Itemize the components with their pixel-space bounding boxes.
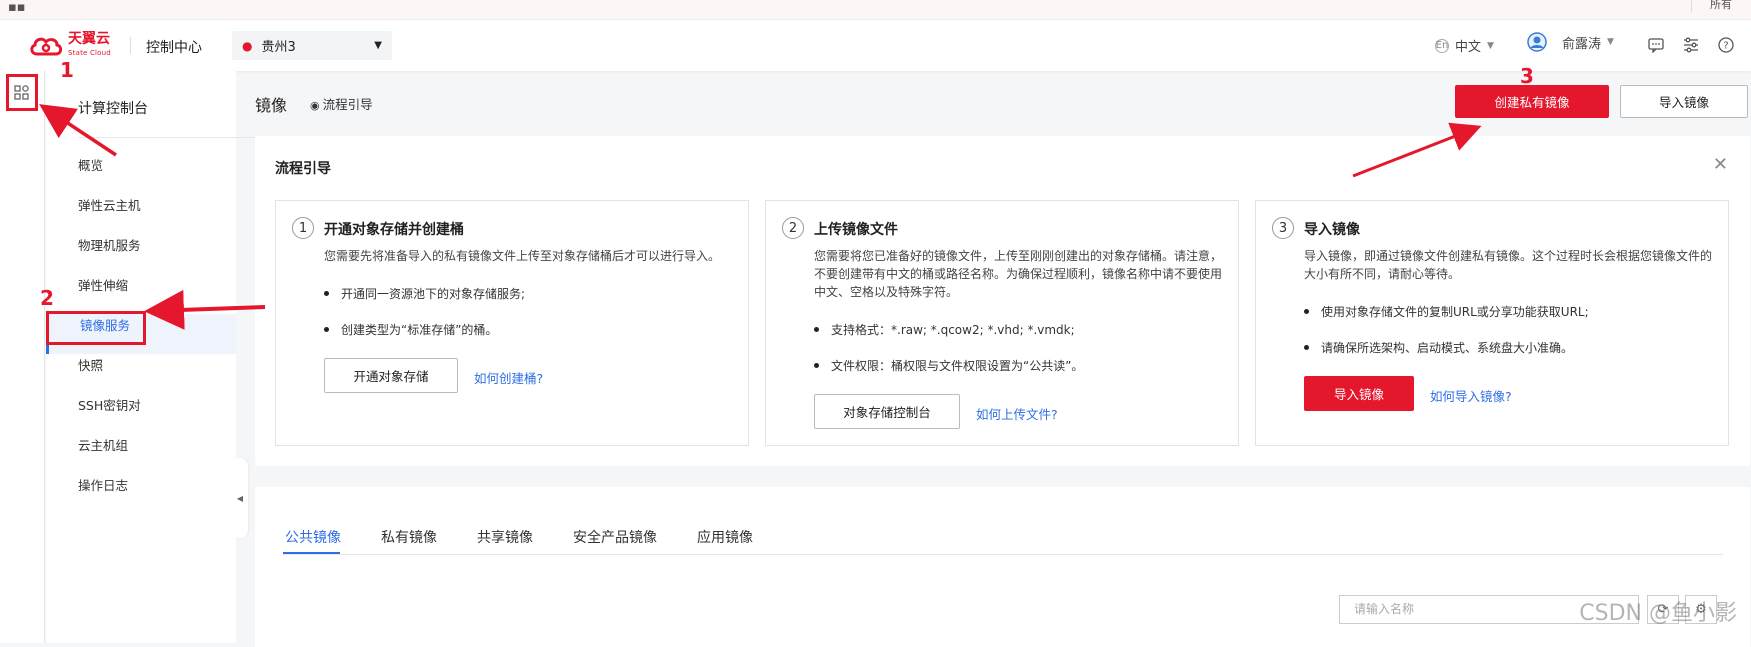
guide-panel: 流程引导 ✕ 1 开通对象存储并创建桶 您需要先将准备导入的私有镜像文件上传至对… [255,136,1750,466]
tab-divider [283,554,1723,555]
chevron-down-icon: ▼ [1487,40,1494,51]
sidebar-item-snapshot[interactable]: 快照 [78,355,103,374]
step-bullet: 支持格式：*.raw; *.qcow2; *.vhd; *.vmdk; [814,321,1075,338]
step-bullet: 开通同一资源池下的对象存储服务; [324,285,525,302]
step-bullet: 使用对象存储文件的复制URL或分享功能获取URL; [1304,303,1589,320]
tab-app-images[interactable]: 应用镜像 [697,527,753,547]
brand-name-en: State Cloud [68,49,111,57]
active-tab-underline [283,552,340,554]
annotation-number-1: 1 [60,58,74,82]
message-icon[interactable] [1648,37,1664,53]
import-image-label: 导入镜像 [1658,95,1709,110]
open-object-storage-button[interactable]: 开通对象存储 [324,358,458,393]
settings-sliders-icon[interactable] [1683,37,1699,53]
browser-right-tab[interactable]: 所有 [1691,0,1751,12]
svg-text:?: ? [1723,41,1728,52]
how-to-import-image-link[interactable]: 如何导入镜像? [1430,386,1512,405]
step-description: 您需要先将准备导入的私有镜像文件上传至对象存储桶后才可以进行导入。 [324,249,721,263]
logo[interactable]: 天翼云 State Cloud [28,32,111,60]
guide-title: 流程引导 [275,161,331,177]
step-number: 3 [1272,217,1294,239]
eye-icon: ◉ [310,99,320,112]
page-title: 镜像 [255,96,288,115]
object-storage-console-button[interactable]: 对象存储控制台 [814,394,960,429]
create-private-image-button[interactable]: 创建私有镜像 [1455,85,1609,118]
apps-icon [14,84,29,100]
divider [130,37,131,54]
guide-step-3: 3 导入镜像 导入镜像，即通过镜像文件创建私有镜像。这个过程时长会根据您镜像文件… [1255,200,1729,446]
watermark: CSDN @鱼小影 [1579,601,1737,626]
step-bullet: 创建类型为“标准存储”的桶。 [324,321,497,338]
sidebar-item-ecs[interactable]: 弹性云主机 [78,195,141,214]
how-to-create-bucket-link[interactable]: 如何创建桶? [474,368,543,387]
tab-public-images[interactable]: 公共镜像 [285,527,341,547]
guide-toggle-label: 流程引导 [322,97,373,112]
import-image-button[interactable]: 导入镜像 [1620,85,1748,118]
step-title: 开通对象存储并创建桶 [324,222,464,238]
divider [78,137,266,138]
guide-toggle-link[interactable]: ◉ 流程引导 [310,94,373,113]
step-bullet: 文件权限：桶权限与文件权限设置为“公共读”。 [814,357,1083,374]
region-value: 贵州3 [261,40,296,55]
create-private-image-label: 创建私有镜像 [1494,95,1570,110]
step-title: 导入镜像 [1304,222,1360,238]
language-value: 中文 [1455,40,1482,55]
chevron-down-icon: ▼ [374,40,382,51]
annotation-number-3: 3 [1520,64,1534,88]
chevron-down-icon: ▼ [1607,37,1614,47]
sidebar-item-ssh-keys[interactable]: SSH密钥对 [78,395,141,414]
sidebar-title: 计算控制台 [78,101,148,117]
image-list-panel: 公共镜像 私有镜像 共享镜像 安全产品镜像 应用镜像 请输入名称 ⟳ ⚙ [255,487,1750,647]
console-title[interactable]: 控制中心 [146,37,202,57]
top-bar: 天翼云 State Cloud 控制中心 ● 贵州3 ▼ En 中文 ▼ 俞露涛… [0,20,1751,71]
location-pin-icon: ● [242,38,253,53]
annotation-number-2: 2 [40,286,54,310]
brand-name: 天翼云 [68,31,110,47]
avatar [1527,32,1547,52]
language-selector[interactable]: En 中文 ▼ [1435,36,1494,55]
left-rail [0,71,45,643]
sidebar-collapse-button[interactable]: ◀ [232,458,248,538]
sidebar: 计算控制台 概览 弹性云主机 物理机服务 弹性伸缩 镜像服务 快照 SSH密钥对… [46,71,266,643]
sidebar-item-host-group[interactable]: 云主机组 [78,435,128,454]
step-bullet: 请确保所选架构、启动模式、系统盘大小准确。 [1304,339,1573,356]
annotation-box-2 [46,311,146,345]
product-menu-button[interactable] [6,74,38,111]
tab-security-images[interactable]: 安全产品镜像 [573,527,657,547]
browser-bar: ▪▪ 所有 [0,0,1751,20]
guide-step-2: 2 上传镜像文件 您需要将您已准备好的镜像文件，上传至刚刚创建出的对象存储桶。请… [765,200,1239,446]
sidebar-item-bare-metal[interactable]: 物理机服务 [78,235,141,254]
step-description: 导入镜像，即通过镜像文件创建私有镜像。这个过程时长会根据您镜像文件的大小有所不同… [1304,249,1713,281]
step-number: 1 [292,217,314,239]
sidebar-item-overview[interactable]: 概览 [78,155,103,174]
username: 俞露涛 [1562,36,1602,52]
tab-shared-images[interactable]: 共享镜像 [477,527,533,547]
language-icon: En [1435,38,1449,53]
step-number: 2 [782,217,804,239]
user-menu[interactable]: 俞露涛 ▼ [1527,32,1614,52]
import-image-step-button[interactable]: 导入镜像 [1304,376,1414,411]
apps-grid-icon[interactable]: ▪▪ [8,0,26,15]
close-icon[interactable]: ✕ [1713,154,1728,175]
step-description: 您需要将您已准备好的镜像文件，上传至刚刚创建出的对象存储桶。请注意，不要创建带有… [814,249,1223,299]
cloud-logo-icon [30,37,63,56]
step-title: 上传镜像文件 [814,222,898,238]
sidebar-item-operation-log[interactable]: 操作日志 [78,475,128,494]
chevron-left-icon: ◀ [236,493,244,503]
region-selector[interactable]: ● 贵州3 ▼ [232,31,392,60]
how-to-upload-file-link[interactable]: 如何上传文件? [976,404,1058,423]
guide-step-1: 1 开通对象存储并创建桶 您需要先将准备导入的私有镜像文件上传至对象存储桶后才可… [275,200,749,446]
sidebar-item-autoscaling[interactable]: 弹性伸缩 [78,275,128,294]
tab-private-images[interactable]: 私有镜像 [381,527,437,547]
help-icon[interactable]: ? [1718,37,1734,53]
